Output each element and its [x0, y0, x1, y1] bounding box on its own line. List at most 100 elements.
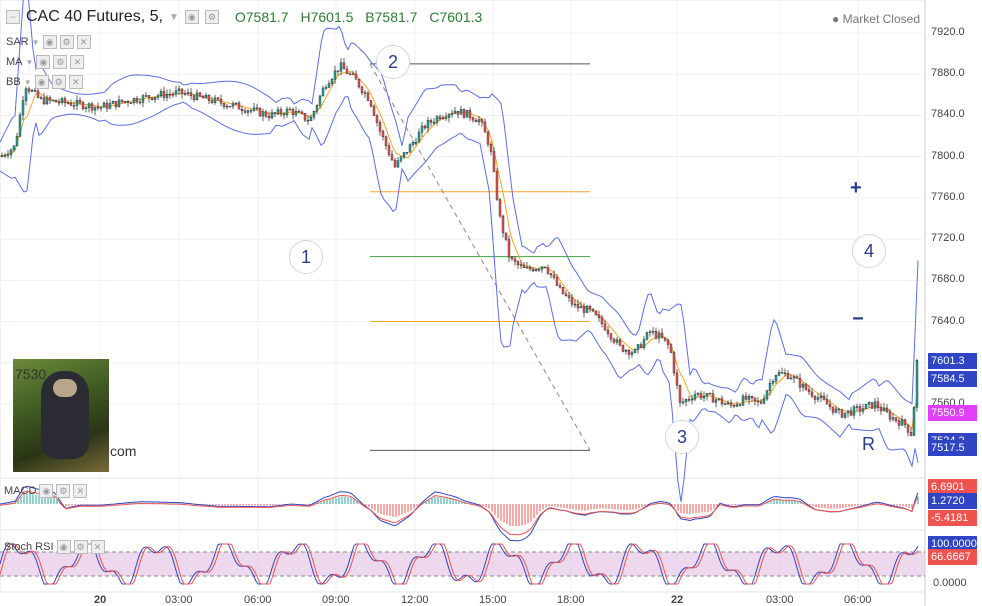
chart-svg[interactable] [0, 0, 982, 606]
wave-label-3[interactable]: 3 [665, 420, 699, 454]
candle-body [258, 107, 262, 117]
candle-body [3, 155, 7, 157]
candle-body [408, 144, 412, 153]
candle-body [594, 310, 598, 316]
candle-body [837, 408, 841, 411]
candle-body [756, 400, 760, 403]
wave-label-1[interactable]: 1 [289, 240, 323, 274]
eye-icon[interactable]: ◉ [56, 540, 71, 554]
price-tick-label: 7920.0 [931, 26, 965, 38]
eye-icon[interactable]: ◉ [184, 10, 199, 24]
settings-icon[interactable]: ⚙ [59, 35, 74, 49]
candle-body [321, 87, 325, 97]
settings-icon[interactable]: ⚙ [73, 540, 88, 554]
candle-body [486, 131, 490, 145]
close-icon[interactable]: ✕ [90, 540, 105, 554]
zoom-out-icon[interactable]: − [852, 308, 864, 331]
close-icon[interactable]: ✕ [68, 75, 83, 89]
candle-body [264, 111, 268, 117]
candle-body [699, 393, 703, 399]
reset-label[interactable]: R [862, 434, 875, 455]
zoom-in-icon[interactable]: + [850, 177, 862, 200]
candle-body [15, 135, 19, 146]
candle-body [249, 110, 253, 112]
candle-body [789, 377, 793, 380]
candle-body [492, 151, 496, 172]
candle-body [423, 125, 427, 129]
candle-body [813, 396, 817, 400]
indicator-ma[interactable]: MA ▼ ◉ ⚙ ✕ [6, 55, 85, 69]
eye-icon[interactable]: ◉ [36, 55, 51, 69]
chevron-down-icon[interactable]: ▼ [24, 78, 32, 87]
candle-body [639, 344, 643, 348]
candle-body [438, 116, 442, 120]
candle-body [675, 372, 679, 386]
candle-body [717, 398, 721, 400]
stoch-legend[interactable]: Stoch RSI ◉ ⚙ ✕ [4, 540, 105, 554]
wave-label-2[interactable]: 2 [376, 45, 410, 79]
candle-body [627, 350, 631, 355]
candle-body [777, 372, 781, 376]
candle-body [201, 95, 205, 99]
macd-legend[interactable]: MACD ◉ ⚙ ✕ [4, 484, 88, 498]
candle-body [915, 360, 919, 408]
candle-body [378, 122, 382, 132]
candle-body [867, 402, 871, 405]
eye-icon[interactable]: ◉ [39, 484, 54, 498]
ohlc-readout: O7581.7 H7601.5 B7581.7 C7601.3 [235, 9, 490, 25]
candle-body [9, 149, 13, 155]
time-tick-label: 09:00 [322, 594, 350, 606]
candle-body [450, 113, 454, 115]
eye-icon[interactable]: ◉ [42, 35, 57, 49]
open-value: O7581.7 [234, 9, 289, 25]
close-icon[interactable]: ✕ [76, 35, 91, 49]
candle-body [243, 110, 247, 113]
symbol-title[interactable]: CAC 40 Futures, 5, [26, 8, 163, 26]
chart-header: − CAC 40 Futures, 5, ▼ ◉ ⚙ O7581.7 H7601… [6, 8, 490, 26]
candle-body [81, 102, 85, 109]
candle-body [714, 399, 718, 403]
wave-label-4[interactable]: 4 [852, 234, 886, 268]
candle-body [159, 91, 163, 96]
candle-body [885, 407, 889, 413]
settings-icon[interactable]: ⚙ [56, 484, 71, 498]
candle-body [567, 295, 571, 298]
candle-body [906, 424, 910, 433]
settings-icon[interactable]: ⚙ [53, 55, 68, 69]
candle-body [780, 372, 784, 374]
candle-body [345, 68, 349, 74]
candle-body [888, 411, 892, 420]
eye-icon[interactable]: ◉ [34, 75, 49, 89]
candle-body [144, 95, 148, 97]
chevron-down-icon[interactable]: ▼ [26, 58, 34, 67]
indicator-bb[interactable]: BB ▼ ◉ ⚙ ✕ [6, 75, 83, 89]
candle-body [231, 103, 235, 107]
candle-body [210, 100, 214, 103]
close-icon[interactable]: ✕ [70, 55, 85, 69]
candle-body [90, 103, 94, 111]
settings-icon[interactable]: ⚙ [204, 10, 219, 24]
candle-body [369, 100, 373, 107]
candle-body [372, 105, 376, 116]
close-icon[interactable]: ✕ [73, 484, 88, 498]
candle-body [102, 102, 106, 108]
candle-body [558, 285, 562, 288]
candle-body [12, 145, 16, 151]
chevron-down-icon[interactable]: ▼ [169, 12, 179, 23]
indicator-sar[interactable]: SAR ▼ ◉ ⚙ ✕ [6, 35, 91, 49]
market-status: ● Market Closed [832, 12, 920, 26]
collapse-icon[interactable]: − [6, 10, 20, 24]
chevron-down-icon[interactable]: ▼ [32, 38, 40, 47]
candle-body [150, 97, 154, 100]
candle-body [225, 105, 229, 108]
time-tick-label: 03:00 [165, 594, 193, 606]
candle-body [633, 349, 637, 353]
candle-body [642, 339, 646, 348]
candle-body [510, 256, 514, 260]
settings-icon[interactable]: ⚙ [51, 75, 66, 89]
candle-body [207, 95, 211, 101]
candle-body [513, 258, 517, 262]
price-tag: 7601.3 [928, 353, 977, 370]
candle-body [387, 145, 391, 155]
mascot-image: 7530 [13, 359, 109, 472]
